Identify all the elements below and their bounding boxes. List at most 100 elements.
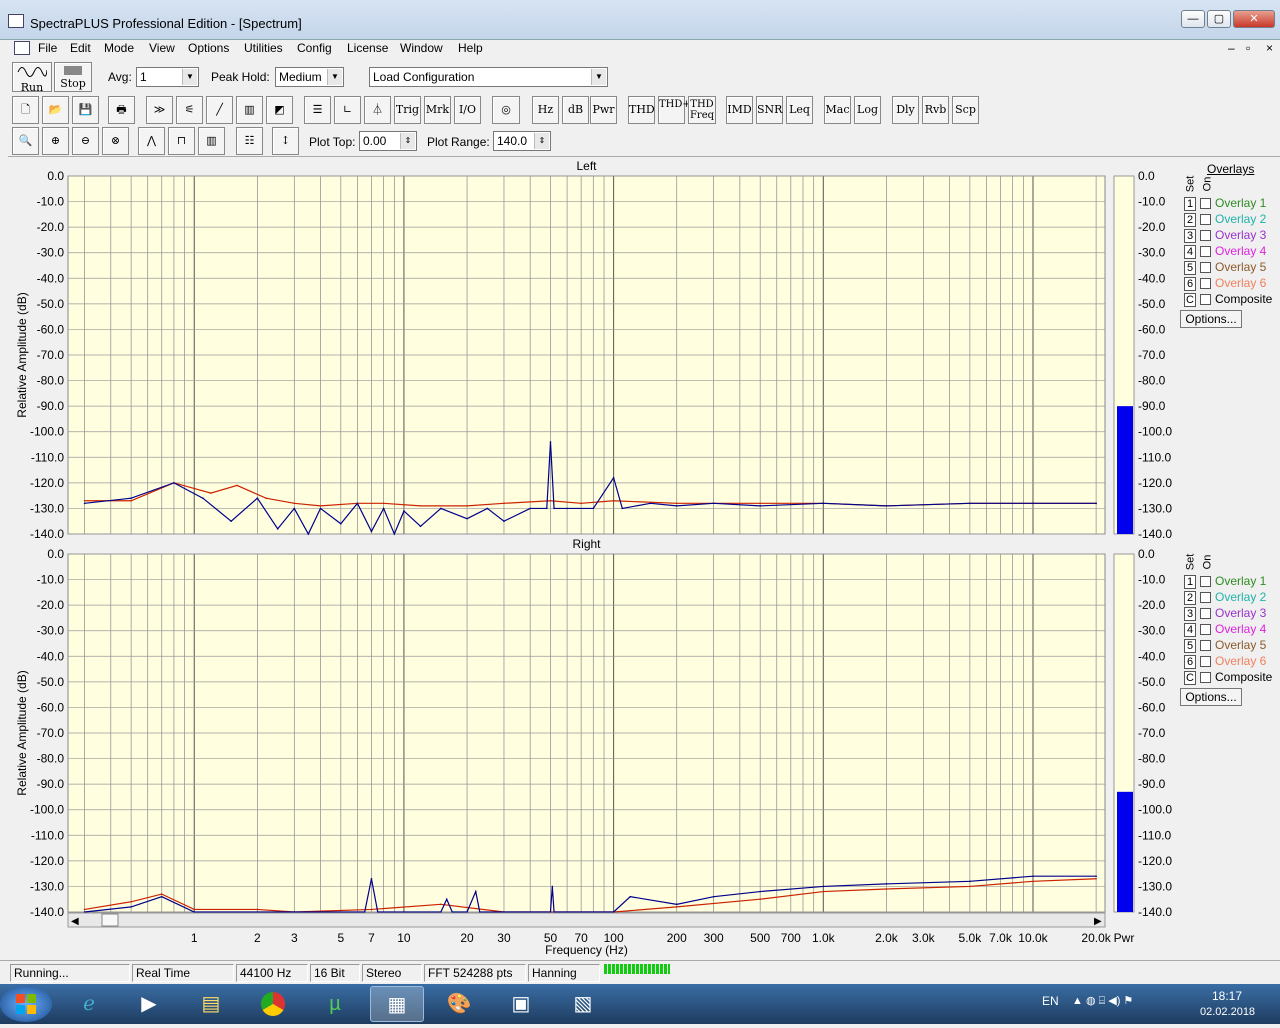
menu-utilities[interactable]: Utilities xyxy=(244,41,283,55)
generator-icon[interactable]: ◎ xyxy=(492,96,520,124)
clock-time[interactable]: 18:17 xyxy=(1212,989,1242,1003)
tool-db-button[interactable]: dB xyxy=(562,96,589,124)
zoom-out-2x-icon[interactable]: ⊖ xyxy=(72,127,99,155)
tool-mac-button[interactable]: Mac xyxy=(824,96,851,124)
overlay-checkbox[interactable] xyxy=(1200,656,1211,668)
phase-icon[interactable]: ╱ xyxy=(206,96,233,124)
overlay-set-button[interactable]: 6 xyxy=(1184,654,1196,669)
clock-date[interactable]: 02.02.2018 xyxy=(1200,1006,1255,1018)
overlay-set-button[interactable]: 1 xyxy=(1184,574,1196,589)
overlay-set-button[interactable]: 5 xyxy=(1184,638,1196,653)
overlay-checkbox[interactable] xyxy=(1200,262,1211,274)
tool-thd-freq-button[interactable]: THD Freq xyxy=(688,96,716,124)
spectraplus-task-icon[interactable]: ▦ xyxy=(370,986,424,1022)
print-icon[interactable]: 🖶 xyxy=(108,96,135,124)
maximize-button[interactable]: ▢ xyxy=(1207,10,1231,28)
3d-surface-icon[interactable]: ◩ xyxy=(266,96,293,124)
overlay-checkbox[interactable] xyxy=(1200,278,1211,290)
peak-hold-select[interactable]: Medium ▼ xyxy=(275,67,344,87)
tool-rvb-button[interactable]: Rvb xyxy=(922,96,949,124)
mdi-close-icon[interactable]: × xyxy=(1266,41,1273,55)
tool-mrk-button[interactable]: Mrk xyxy=(424,96,451,124)
octave-icon[interactable]: ⊓ xyxy=(168,127,195,155)
menu-window[interactable]: Window xyxy=(400,41,443,55)
tool-snr-button[interactable]: SNR xyxy=(756,96,783,124)
overlay-checkbox[interactable] xyxy=(1200,576,1211,588)
overlay-checkbox[interactable] xyxy=(1200,640,1211,652)
zoom-out-full-icon[interactable]: ⊗ xyxy=(102,127,129,155)
axis-icon[interactable]: ∟ xyxy=(334,96,361,124)
overlay-set-button[interactable]: C xyxy=(1184,292,1196,307)
zoom-in-2x-icon[interactable]: ⊕ xyxy=(42,127,69,155)
photos-icon[interactable]: ▧ xyxy=(556,986,610,1022)
overlay-set-button[interactable]: 3 xyxy=(1184,228,1196,243)
paint-icon[interactable]: 🎨 xyxy=(432,986,486,1022)
overlay-checkbox[interactable] xyxy=(1200,592,1211,604)
spinner-icon[interactable]: ⇕ xyxy=(534,133,549,149)
tool-trig-button[interactable]: Trig xyxy=(394,96,421,124)
config-select[interactable]: Load Configuration ▼ xyxy=(369,67,608,87)
table-icon[interactable]: ☷ xyxy=(236,127,263,155)
menu-help[interactable]: Help xyxy=(458,41,483,55)
overlay-checkbox[interactable] xyxy=(1200,230,1211,242)
overlay-set-button[interactable]: 1 xyxy=(1184,196,1196,211)
overlay-set-button[interactable]: 3 xyxy=(1184,606,1196,621)
overlay-options-button[interactable]: Options... xyxy=(1180,688,1242,706)
spinner-icon[interactable]: ⇕ xyxy=(400,133,415,149)
new-icon[interactable]: 🗋 xyxy=(12,96,39,124)
list-icon[interactable]: ☰ xyxy=(304,96,331,124)
chrome-icon[interactable] xyxy=(246,986,300,1022)
ie-icon[interactable]: ℯ xyxy=(62,986,116,1022)
stop-button[interactable]: Stop xyxy=(54,62,92,92)
overlay-checkbox[interactable] xyxy=(1200,198,1211,210)
menu-mode[interactable]: Mode xyxy=(104,41,134,55)
overlay-checkbox[interactable] xyxy=(1200,672,1211,684)
media-player-icon[interactable]: ▶ xyxy=(122,986,176,1022)
start-button[interactable] xyxy=(0,986,52,1022)
doc-icon[interactable] xyxy=(14,41,30,55)
plot-range-input[interactable]: 140.0 ⇕ xyxy=(493,131,551,151)
plot-top-input[interactable]: 0.00 ⇕ xyxy=(359,131,417,151)
range-icon[interactable]: ↕ xyxy=(272,127,299,155)
overlay-checkbox[interactable] xyxy=(1200,608,1211,620)
language-indicator[interactable]: EN xyxy=(1042,994,1059,1008)
tool-leq-button[interactable]: Leq xyxy=(786,96,813,124)
overlay-checkbox[interactable] xyxy=(1200,246,1211,258)
menu-license[interactable]: License xyxy=(347,41,388,55)
overlay-set-button[interactable]: 2 xyxy=(1184,590,1196,605)
menu-edit[interactable]: Edit xyxy=(70,41,91,55)
overlay-set-button[interactable]: 4 xyxy=(1184,622,1196,637)
tray-icons[interactable]: ▲ ◍ ⌸ ◀) ⚑ xyxy=(1072,994,1133,1008)
tool-dly-button[interactable]: Dly xyxy=(892,96,919,124)
utorrent-icon[interactable]: µ xyxy=(308,986,362,1022)
save-icon[interactable]: 💾 xyxy=(72,96,99,124)
menu-config[interactable]: Config xyxy=(297,41,332,55)
avg-select[interactable]: 1 ▼ xyxy=(136,67,199,87)
run-button[interactable]: Run xyxy=(12,62,52,94)
overlay-options-button[interactable]: Options... xyxy=(1180,310,1242,328)
waveform-icon[interactable]: ⚟ xyxy=(176,96,203,124)
trigger-icon[interactable]: ⏃ xyxy=(364,96,391,124)
explorer-icon[interactable]: ▤ xyxy=(184,986,238,1022)
peak-icon[interactable]: ⋀ xyxy=(138,127,165,155)
bars-icon[interactable]: ▥ xyxy=(198,127,225,155)
overlay-checkbox[interactable] xyxy=(1200,624,1211,636)
tool-hz-button[interactable]: Hz xyxy=(532,96,559,124)
zoom-icon[interactable]: 🔍 xyxy=(12,127,39,155)
close-button[interactable]: ✕ xyxy=(1233,10,1275,28)
tool-imd-button[interactable]: IMD xyxy=(726,96,753,124)
tool-scp-button[interactable]: Scp xyxy=(952,96,979,124)
mdi-minimize-icon[interactable]: – xyxy=(1228,41,1235,55)
overlay-set-button[interactable]: C xyxy=(1184,670,1196,685)
overlay-checkbox[interactable] xyxy=(1200,214,1211,226)
spectrum-chart[interactable]: Left 0.0 0.0 -10.0 -10.0 -20.0 -20.0 -30.0 -30.0… xyxy=(0,156,1280,960)
tool-thd-button[interactable]: THD xyxy=(628,96,655,124)
forward-icon[interactable]: ≫ xyxy=(146,96,173,124)
overlay-checkbox[interactable] xyxy=(1200,294,1211,306)
tool-i-o-button[interactable]: I/O xyxy=(454,96,481,124)
tool-pwr-button[interactable]: Pwr xyxy=(590,96,617,124)
spectrogram-icon[interactable]: ▥ xyxy=(236,96,263,124)
mdi-restore-icon[interactable]: ▫ xyxy=(1246,41,1250,55)
tool-thd-n-button[interactable]: THD+N xyxy=(658,96,700,124)
overlay-set-button[interactable]: 5 xyxy=(1184,260,1196,275)
